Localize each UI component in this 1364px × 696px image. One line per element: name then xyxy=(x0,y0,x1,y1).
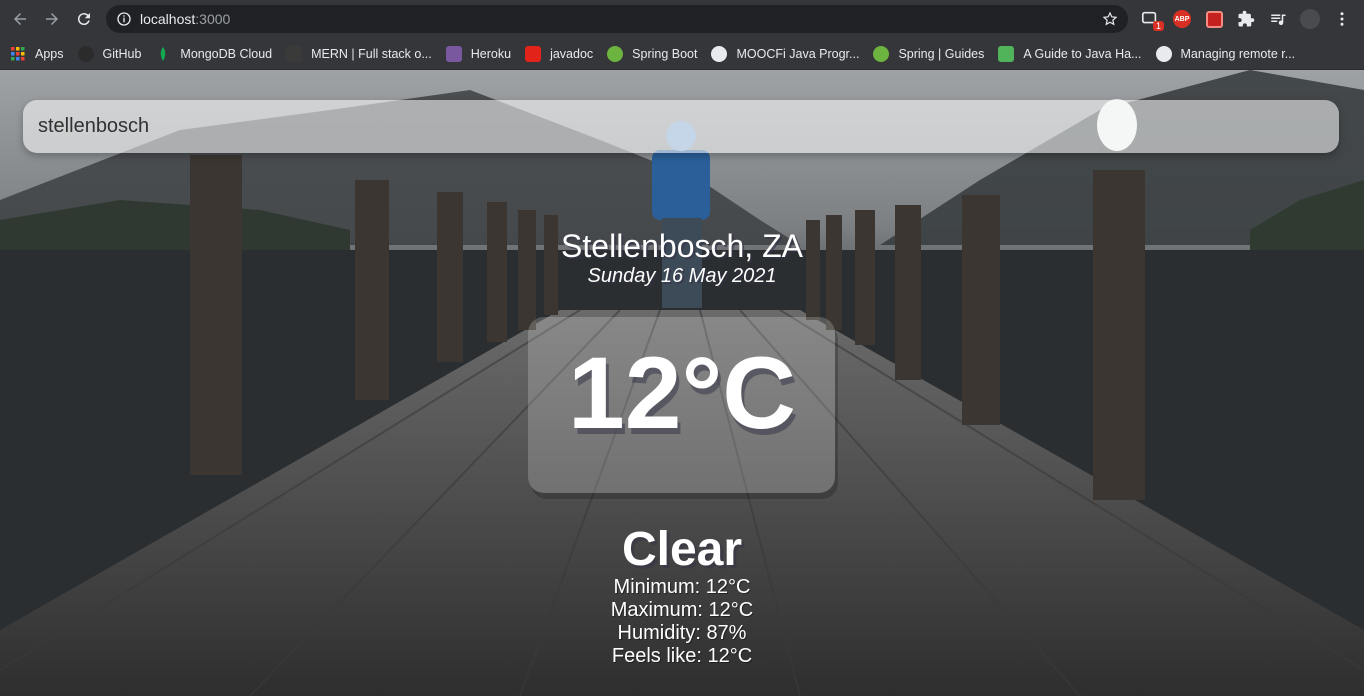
bookmark-item[interactable]: MongoDB Cloud xyxy=(155,42,272,66)
github-icon xyxy=(77,45,94,62)
bookmark-label: javadoc xyxy=(550,46,594,61)
back-button[interactable] xyxy=(4,3,36,35)
weather-condition: Clear xyxy=(621,523,743,576)
feels-like: Feels like: 12°C xyxy=(611,645,753,667)
humidity: Humidity: 87% xyxy=(617,622,747,644)
heroku-icon xyxy=(445,45,462,62)
bookmark-label: Spring Boot xyxy=(632,46,698,61)
bookmarks-bar: Apps GitHub MongoDB Cloud MERN | Full stack… xyxy=(0,38,1364,70)
globe-icon xyxy=(711,45,728,62)
bookmark-star-icon[interactable] xyxy=(1102,11,1118,27)
bookmark-label: Heroku xyxy=(470,46,512,61)
red-extension[interactable] xyxy=(1204,9,1224,29)
date-label: Sunday 16 May 2021 xyxy=(587,265,777,287)
bookmark-label: Spring | Guides xyxy=(898,46,985,61)
adblock-icon: ABP xyxy=(1173,10,1191,28)
reload-icon xyxy=(77,13,90,26)
bookmark-label: MERN | Full stack o... xyxy=(311,46,432,61)
url-text: localhost:3000 xyxy=(140,11,231,27)
media-control-button[interactable] xyxy=(1268,9,1288,29)
menu-button[interactable] xyxy=(1332,9,1352,29)
forward-button[interactable] xyxy=(36,3,68,35)
apps-grid-icon xyxy=(10,46,26,62)
maximum-temp: Maximum: 12°C xyxy=(610,599,754,621)
extension-badge: 1 xyxy=(1152,21,1164,31)
bookmark-item[interactable]: MERN | Full stack o... xyxy=(286,42,432,66)
arrow-left-icon xyxy=(14,13,26,25)
bookmark-label: MOOCFi Java Progr... xyxy=(736,46,860,61)
reload-button[interactable] xyxy=(68,3,100,35)
bookmark-label: A Guide to Java Ha... xyxy=(1023,46,1142,61)
info-icon[interactable] xyxy=(116,11,132,27)
arrow-right-icon xyxy=(46,13,58,25)
weather-details: Minimum: 12°C Maximum: 12°C Humidity: 87… xyxy=(0,576,1364,668)
temperature-value: 12°C xyxy=(568,336,796,450)
oracle-icon xyxy=(525,45,542,62)
bookmark-item[interactable]: Managing remote r... xyxy=(1155,42,1296,66)
bookmark-item[interactable]: javadoc xyxy=(525,42,593,66)
browser-toolbar: localhost:3000 1 ABP xyxy=(0,0,1364,38)
bookmark-label: MongoDB Cloud xyxy=(180,46,273,61)
profile-avatar-icon xyxy=(1300,9,1320,29)
bookmark-item[interactable]: A Guide to Java Ha... xyxy=(998,42,1142,66)
bookmark-item[interactable]: MOOCFi Java Progr... xyxy=(711,42,859,66)
search-input[interactable] xyxy=(23,100,1339,153)
bookmark-item[interactable]: Spring Boot xyxy=(607,42,697,66)
adblock-extension[interactable]: ABP xyxy=(1172,9,1192,29)
profile-button[interactable] xyxy=(1300,9,1320,29)
bookmark-label: GitHub xyxy=(102,46,142,61)
github-icon xyxy=(1155,45,1172,62)
screen-share-extension[interactable]: 1 xyxy=(1140,9,1164,31)
puzzle-icon xyxy=(1238,10,1255,27)
weather-app: Stellenbosch, ZA Sunday 16 May 2021 12°C… xyxy=(0,70,1364,696)
spring-icon xyxy=(873,45,890,62)
bookmark-item[interactable]: Spring | Guides xyxy=(873,42,984,66)
more-vert-icon xyxy=(1340,12,1344,26)
bookmark-label: Apps xyxy=(35,46,64,61)
media-queue-icon xyxy=(1271,14,1286,26)
bookmark-item[interactable]: GitHub xyxy=(77,42,142,66)
spring-icon xyxy=(607,45,624,62)
leaf-square-icon xyxy=(998,45,1015,62)
minimum-temp: Minimum: 12°C xyxy=(613,576,751,598)
bookmark-item[interactable]: Heroku xyxy=(445,42,512,66)
mongodb-leaf-icon xyxy=(155,46,171,62)
location-title: Stellenbosch, ZA xyxy=(561,228,803,264)
bookmark-item[interactable]: Apps xyxy=(10,42,64,66)
bookmark-label: Managing remote r... xyxy=(1180,46,1296,61)
address-bar[interactable]: localhost:3000 xyxy=(106,5,1128,33)
extensions-button[interactable] xyxy=(1236,9,1256,29)
page-icon xyxy=(286,45,303,62)
extension-red-icon xyxy=(1205,10,1223,28)
